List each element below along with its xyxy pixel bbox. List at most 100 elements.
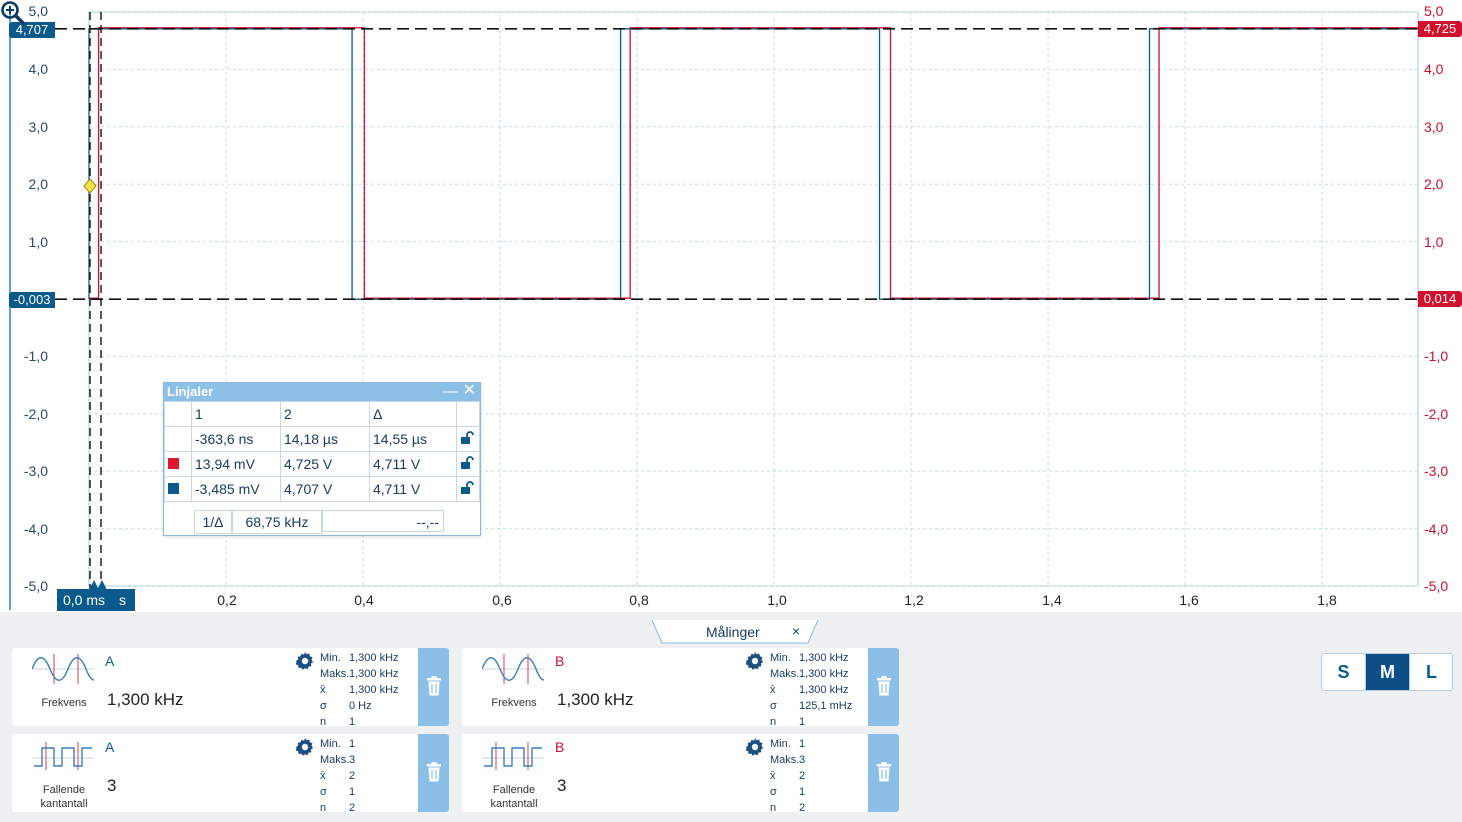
stat-key: x̄ [320,684,326,696]
stat-value: 2 [349,770,356,782]
stat-key: Maks. [770,754,800,766]
channel-a-ruler-delta: 4,711 V [369,451,457,477]
gear-icon[interactable] [745,651,765,671]
measurement-channel: A [105,653,115,669]
y-label-left: -5,0 [23,578,48,594]
stat-value: 2 [799,770,806,782]
trash-icon [427,676,441,696]
stat-key: Maks. [320,754,350,766]
stat-value: 1,300 kHz [349,652,399,664]
stat-key: Maks. [320,668,350,680]
size-selector: S M L [1321,653,1453,691]
time-ruler-1: -363,6 ns [191,426,281,452]
gear-icon[interactable] [745,737,765,757]
channel-a-ruler-1: 13,94 mV [191,451,281,477]
measurement-value: 1,300 kHz [557,690,634,709]
channel-a-ruler-2: 4,725 V [280,451,370,477]
cursor-value-right-bottom[interactable]: 0,014 [1418,291,1462,307]
table-row: -3,485 mV 4,707 V 4,711 V [164,476,480,502]
x-label: 1,8 [1317,592,1337,608]
trigger-marker [83,178,97,194]
rulers-panel[interactable]: Linjaler — ✕ 1 2 Δ -363,6 ns 14,18 µs 14… [163,382,481,536]
measurements-tab[interactable]: Målinger × [652,620,818,644]
close-icon[interactable]: ✕ [463,382,476,400]
measurement-card[interactable]: Fallende kantantall A 3 Min. 1 Maks. 3 x̄ 2… [12,734,449,814]
x-label: 1,0 [767,592,787,608]
channel-b-ruler-2: 4,707 V [280,476,370,502]
waveform-trace-a [89,27,1418,299]
edge-count-icon [482,742,544,770]
stat-key: n [770,802,777,814]
stat-key: n [320,802,327,814]
trash-icon [427,762,441,782]
measurement-name: Fallende [42,784,86,796]
col-header-2: 2 [280,401,370,427]
size-button-l[interactable]: L [1409,654,1453,690]
stat-value: 3 [349,754,356,766]
unlock-icon[interactable] [460,455,474,470]
time-value: 0,0 ms [63,592,106,608]
measurement-channel: B [555,739,565,755]
measurement-value: 3 [107,776,117,795]
gear-icon[interactable] [295,737,315,757]
measurement-value: 1,300 kHz [107,690,184,709]
stat-key: Min. [770,652,791,664]
delete-button[interactable] [418,648,449,726]
channel-b-ruler-delta: 4,711 V [369,476,457,502]
stat-key: σ [770,700,777,712]
measurement-name-line2: kantantall [490,798,538,810]
y-label-right: -1,0 [1424,348,1449,364]
unlock-icon[interactable] [460,480,474,495]
stat-value: 1,300 kHz [349,668,399,680]
size-button-s[interactable]: S [1322,654,1366,690]
zoom-in-icon[interactable] [0,0,26,26]
measurements-tab-close[interactable]: × [792,623,800,639]
y-label-right: 5,0 [1424,3,1444,19]
measurement-card[interactable]: Fallende kantantall B 3 Min. 1 Maks. 3 x̄ 2… [462,734,899,814]
measurement-card[interactable]: Frekvens B 1,300 kHz Min. 1,300 kHz Maks.… [462,648,899,728]
x-label: 1,2 [904,592,924,608]
stat-key: x̄ [770,770,776,782]
time-unit: s [119,592,126,608]
time-offset-tag[interactable]: 0,0 ms s [57,589,135,611]
inverse-extra: --,-- [322,510,444,532]
stat-key: n [320,716,327,728]
delete-button[interactable] [868,648,899,726]
y-label-left: -1,0 [23,348,48,364]
stat-value: 1,300 kHz [799,652,849,664]
x-label: 0,8 [629,592,649,608]
gear-icon[interactable] [295,651,315,671]
measurement-name: Frekvens [41,697,87,709]
rulers-title: Linjaler [167,384,214,399]
stat-key: n [770,716,777,728]
stat-value: 1 [349,716,356,728]
time-ruler-delta: 14,55 µs [369,426,457,452]
channel-b-swatch [168,483,179,494]
stat-value: 1 [799,786,806,798]
y-label-right: -2,0 [1424,406,1449,422]
channel-a-swatch [168,458,179,469]
measurement-channel: B [555,653,565,669]
cursor-value-left-bottom[interactable]: -0,003 [9,292,55,308]
size-button-m[interactable]: M [1366,654,1409,690]
stat-value: 2 [799,802,806,814]
y-label-right: 2,0 [1424,176,1444,192]
stat-key: Maks. [770,668,800,680]
stat-key: Min. [320,738,341,750]
time-ruler-2: 14,18 µs [280,426,370,452]
rulers-panel-header[interactable]: Linjaler — ✕ [164,382,480,401]
stat-value: 1,300 kHz [799,668,849,680]
x-label: 0,6 [492,592,512,608]
col-header-1: 1 [191,401,281,427]
y-label-right: -3,0 [1424,463,1449,479]
delete-button[interactable] [868,734,899,812]
y-label-right: -5,0 [1424,578,1449,594]
minimize-icon[interactable]: — [443,383,458,401]
unlock-icon[interactable] [460,430,474,445]
measurement-name: Fallende [492,784,536,796]
delete-button[interactable] [418,734,449,812]
measurement-card[interactable]: Frekvens A 1,300 kHz Min. 1,300 kHz Maks.… [12,648,449,728]
cursor-value-right-top[interactable]: 4,725 [1418,21,1462,37]
inverse-label: 1/Δ [194,510,232,534]
stat-value: 1 [799,716,806,728]
